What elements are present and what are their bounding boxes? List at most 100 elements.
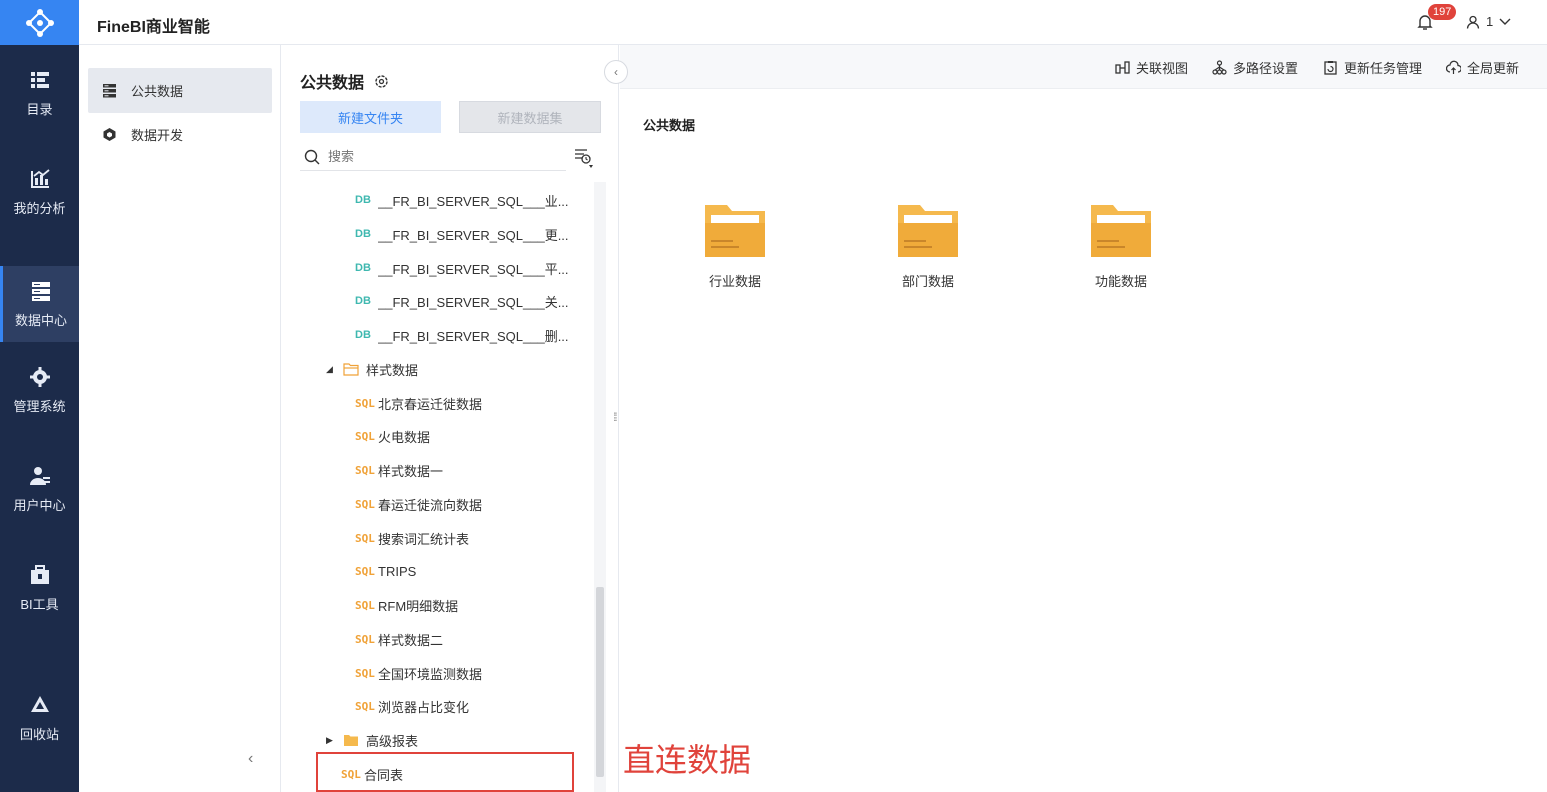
sql-dataset-icon: SQL <box>355 598 375 612</box>
nav-item-bi-tools[interactable]: BI工具 <box>0 550 79 626</box>
settings-icon[interactable] <box>374 74 389 89</box>
folder-icon <box>344 734 358 746</box>
tree-item-dataset[interactable]: DB __FR_BI_SERVER_SQL___平... <box>355 251 580 285</box>
public-data-tree-panel: 公共数据 ‹ 新建文件夹 新建数据集 DB __FR_BI_SERVER_SQL… <box>282 45 628 792</box>
tree-item-sql[interactable]: SQL 春运迁徙流向数据 <box>355 487 482 521</box>
sql-dataset-icon: SQL <box>355 699 375 713</box>
global-update-button[interactable]: 全局更新 <box>1446 58 1519 77</box>
main-nav: 目录 我的分析 数据中心 管理系统 用户中心 BI工具 回收站 <box>0 45 79 792</box>
tree-item-sql[interactable]: SQL 北京春运迁徙数据 <box>355 386 482 420</box>
tree-item-label: __FR_BI_SERVER_SQL___更... <box>378 227 569 243</box>
notification-badge: 197 <box>1428 4 1457 20</box>
toolbox-icon <box>30 564 49 584</box>
nav-item-recycle-bin[interactable]: 回收站 <box>0 680 79 756</box>
sql-dataset-icon: SQL <box>355 564 375 578</box>
nav-item-catalog[interactable]: 目录 <box>0 55 79 131</box>
tree-item-dataset[interactable]: DB __FR_BI_SERVER_SQL___更... <box>355 217 580 251</box>
database-table-icon: DB <box>355 295 371 307</box>
nav-label: 目录 <box>26 101 53 117</box>
sql-dataset-icon: SQL <box>355 497 375 511</box>
tree-item-dataset[interactable]: DB __FR_BI_SERVER_SQL___删... <box>355 318 580 352</box>
sql-dataset-icon: SQL <box>355 666 375 680</box>
folder-card[interactable]: 功能数据 <box>1061 203 1181 290</box>
tree-item-sql[interactable]: SQL RFM明细数据 <box>355 588 458 622</box>
collapse-panel-button[interactable]: ‹ <box>604 60 628 84</box>
toolbar-label: 多路径设置 <box>1233 61 1299 76</box>
tree-item-sql[interactable]: SQL 样式数据二 <box>355 622 443 656</box>
tree-item-label: 样式数据一 <box>378 463 444 479</box>
data-list-icon <box>103 84 116 98</box>
tree-item-sql[interactable]: SQL 搜索词汇统计表 <box>355 521 469 555</box>
user-menu[interactable]: 1 <box>1466 14 1511 29</box>
multipath-settings-button[interactable]: 多路径设置 <box>1212 58 1298 77</box>
nav-item-management[interactable]: 管理系统 <box>0 352 79 428</box>
folder-icon <box>1091 205 1151 257</box>
collapse-sidebar-icon[interactable]: ‹ <box>248 750 253 768</box>
tree-item-label: __FR_BI_SERVER_SQL___关... <box>378 294 569 310</box>
tree-folder-style-data[interactable]: ◢ 样式数据 <box>326 352 418 386</box>
analysis-icon <box>30 168 50 188</box>
update-task-management-button[interactable]: 更新任务管理 <box>1323 58 1422 77</box>
caret-right-icon[interactable]: ▶ <box>326 735 336 746</box>
toolbar-label: 关联视图 <box>1136 61 1189 76</box>
tree-item-label: __FR_BI_SERVER_SQL___平... <box>378 261 569 277</box>
user-icon <box>29 466 50 485</box>
tree-item-label: __FR_BI_SERVER_SQL___业... <box>378 193 569 209</box>
tree-item-label: TRIPS <box>378 563 417 579</box>
nav-item-user-center[interactable]: 用户中心 <box>0 451 79 527</box>
resize-handle-icon[interactable]: ⁞⁞ <box>613 410 617 424</box>
top-bar: FineBI商业智能 197 1 <box>0 0 1547 45</box>
sql-dataset-icon: SQL <box>355 463 375 477</box>
relation-view-button[interactable]: 关联视图 <box>1115 58 1188 77</box>
tree-item-label: 火电数据 <box>378 429 431 445</box>
scrollbar-thumb[interactable] <box>596 587 604 777</box>
nav-label: 回收站 <box>19 726 59 742</box>
filter-sort-icon[interactable] <box>574 147 594 169</box>
database-table-icon: DB <box>355 262 371 274</box>
folder-open-icon <box>343 362 359 376</box>
search-input[interactable] <box>328 149 548 164</box>
nav-item-my-analysis[interactable]: 我的分析 <box>0 154 79 230</box>
tree-item-dataset[interactable]: DB __FR_BI_SERVER_SQL___业... <box>355 183 580 217</box>
nav-label: 我的分析 <box>13 200 66 216</box>
nav-label: 用户中心 <box>13 497 66 513</box>
hierarchy-icon <box>1212 60 1227 75</box>
logo[interactable] <box>0 0 79 45</box>
tree-item-label: 搜索词汇统计表 <box>378 531 470 547</box>
user-name: 1 <box>1486 14 1494 29</box>
main-toolbar: 关联视图 多路径设置 更新任务管理 全局更新 <box>620 45 1547 89</box>
submenu-item-data-development[interactable]: 数据开发 <box>88 112 272 157</box>
tree-item-sql[interactable]: SQL 火电数据 <box>355 419 430 453</box>
tree-scrollbar[interactable] <box>594 182 606 792</box>
data-center-submenu: 公共数据 数据开发 ‹ <box>79 45 281 792</box>
tree-item-label: __FR_BI_SERVER_SQL___删... <box>378 328 569 344</box>
new-folder-button[interactable]: 新建文件夹 <box>300 101 441 133</box>
search-icon <box>304 149 320 164</box>
tree-item-dataset[interactable]: DB __FR_BI_SERVER_SQL___关... <box>355 284 580 318</box>
submenu-label: 公共数据 <box>131 84 184 99</box>
user-icon <box>1466 15 1480 29</box>
tree-item-label: 春运迁徙流向数据 <box>378 497 483 513</box>
submenu-item-public-data[interactable]: 公共数据 <box>88 68 272 113</box>
new-dataset-button[interactable]: 新建数据集 <box>459 101 601 133</box>
folder-name: 行业数据 <box>708 274 761 289</box>
tree-item-sql[interactable]: SQL 全国环境监测数据 <box>355 656 482 690</box>
folder-icon <box>898 205 958 257</box>
caret-down-icon[interactable]: ◢ <box>326 364 336 375</box>
folder-card[interactable]: 行业数据 <box>675 203 795 290</box>
tree-item-sql[interactable]: SQL 浏览器占比变化 <box>355 689 469 723</box>
tree-item-label: 全国环境监测数据 <box>378 666 483 682</box>
tree-item-sql[interactable]: SQL 样式数据一 <box>355 453 443 487</box>
toolbar-label: 更新任务管理 <box>1344 61 1423 76</box>
nav-item-data-center[interactable]: 数据中心 <box>0 266 79 342</box>
content-title: 公共数据 <box>643 118 696 133</box>
gear-icon <box>29 366 50 387</box>
tree-item-sql[interactable]: SQL TRIPS <box>355 554 416 588</box>
search-box[interactable] <box>300 143 566 171</box>
nav-label: 管理系统 <box>13 398 66 414</box>
catalog-icon <box>30 71 49 88</box>
relation-view-icon <box>1115 61 1130 74</box>
sql-dataset-icon: SQL <box>355 632 375 646</box>
folder-card[interactable]: 部门数据 <box>868 203 988 290</box>
cloud-refresh-icon <box>1446 60 1461 74</box>
